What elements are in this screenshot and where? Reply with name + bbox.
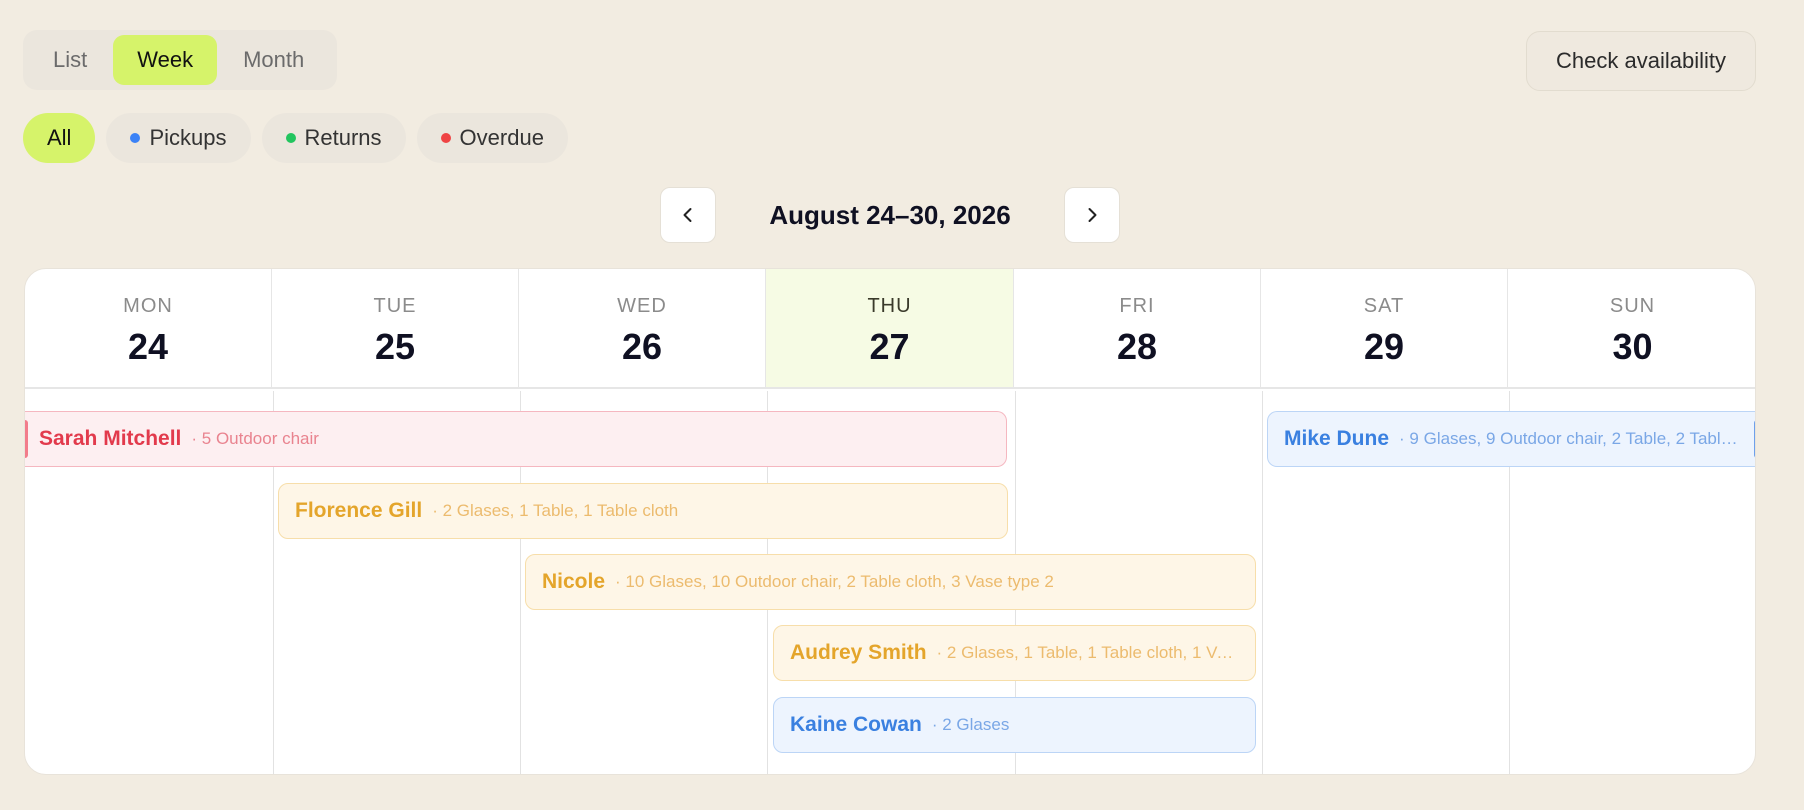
event-name: Kaine Cowan <box>790 713 922 736</box>
day-name: MON <box>123 295 173 317</box>
day-name: THU <box>867 295 912 317</box>
continues-accent-bar <box>1754 420 1755 458</box>
day-header-fri: FRI 28 <box>1014 269 1261 389</box>
event-items: · 5 Outdoor chair <box>191 429 319 448</box>
day-number: 26 <box>621 326 663 367</box>
filter-returns-chip[interactable]: Returns <box>261 113 406 163</box>
day-header-wed: WED 26 <box>519 269 766 389</box>
day-number: 28 <box>1116 326 1158 367</box>
filter-chips: All Pickups Returns Overdue <box>23 113 568 163</box>
day-number: 24 <box>127 326 169 367</box>
column-divider <box>1262 391 1263 774</box>
day-header-thu: THU 27 <box>766 269 1014 389</box>
event-audrey-smith[interactable]: Audrey Smith · 2 Glases, 1 Table, 1 Tabl… <box>773 625 1256 681</box>
event-name: Florence Gill <box>295 499 423 522</box>
filter-overdue-label: Overdue <box>459 125 544 150</box>
view-list-button[interactable]: List <box>29 35 111 85</box>
chevron-right-icon <box>1088 208 1097 222</box>
event-name: Audrey Smith <box>790 641 927 664</box>
overdue-accent-bar <box>25 420 28 458</box>
week-range-title: August 24–30, 2026 <box>769 199 1011 230</box>
overdue-dot-icon <box>440 133 451 143</box>
day-name: WED <box>617 295 667 317</box>
day-header-mon: MON 24 <box>25 269 272 389</box>
week-calendar: MON 24 TUE 25 WED 26 THU 27 FRI 28 SAT 2… <box>24 268 1756 775</box>
returns-dot-icon <box>285 133 296 143</box>
event-mike-dune[interactable]: Mike Dune · 9 Glases, 9 Outdoor chair, 2… <box>1267 411 1755 467</box>
day-name: SUN <box>1609 295 1656 317</box>
next-week-button[interactable] <box>1064 187 1120 243</box>
event-florence-gill[interactable]: Florence Gill · 2 Glases, 1 Table, 1 Tab… <box>278 483 1008 539</box>
day-name: FRI <box>1119 295 1155 317</box>
prev-week-button[interactable] <box>660 187 716 243</box>
view-week-button[interactable]: Week <box>113 35 218 85</box>
event-nicole[interactable]: Nicole · 10 Glases, 10 Outdoor chair, 2 … <box>525 554 1256 610</box>
event-items: · 2 Glases, 1 Table, 1 Table cloth, 1 Va… <box>936 643 1239 662</box>
event-name: Sarah Mitchell <box>39 427 182 450</box>
day-number: 25 <box>374 326 416 367</box>
filter-all-label: All <box>47 125 72 150</box>
day-number: 29 <box>1363 326 1405 367</box>
event-items: · 2 Glases, 1 Table, 1 Table cloth <box>432 501 679 520</box>
filter-returns-label: Returns <box>304 125 382 150</box>
event-kaine-cowan[interactable]: Kaine Cowan · 2 Glases <box>773 697 1256 753</box>
event-items: · 2 Glases <box>931 715 1010 734</box>
day-header-sun: SUN 30 <box>1508 269 1755 389</box>
day-number: 30 <box>1612 326 1653 367</box>
filter-pickups-chip[interactable]: Pickups <box>106 113 251 163</box>
event-name: Mike Dune <box>1284 427 1390 450</box>
day-number: 27 <box>869 326 910 367</box>
event-items: · 9 Glases, 9 Outdoor chair, 2 Table, 2 … <box>1399 429 1738 448</box>
chevron-left-icon <box>683 208 692 222</box>
event-sarah-mitchell[interactable]: Sarah Mitchell · 5 Outdoor chair <box>25 411 1007 467</box>
event-items: · 10 Glases, 10 Outdoor chair, 2 Table c… <box>615 572 1054 591</box>
day-name: TUE <box>373 295 417 317</box>
day-header-sat: SAT 29 <box>1261 269 1508 389</box>
event-name: Nicole <box>542 570 606 593</box>
pickups-dot-icon <box>130 133 141 143</box>
day-name: SAT <box>1363 295 1405 317</box>
view-month-button[interactable]: Month <box>219 35 328 85</box>
view-switcher: List Week Month <box>23 30 337 90</box>
filter-pickups-label: Pickups <box>149 125 227 150</box>
day-header-tue: TUE 25 <box>272 269 519 389</box>
filter-overdue-chip[interactable]: Overdue <box>416 113 568 163</box>
filter-all-chip[interactable]: All <box>23 113 96 163</box>
check-availability-button[interactable]: Check availability <box>1526 31 1756 91</box>
week-navigation: August 24–30, 2026 <box>660 187 1120 243</box>
